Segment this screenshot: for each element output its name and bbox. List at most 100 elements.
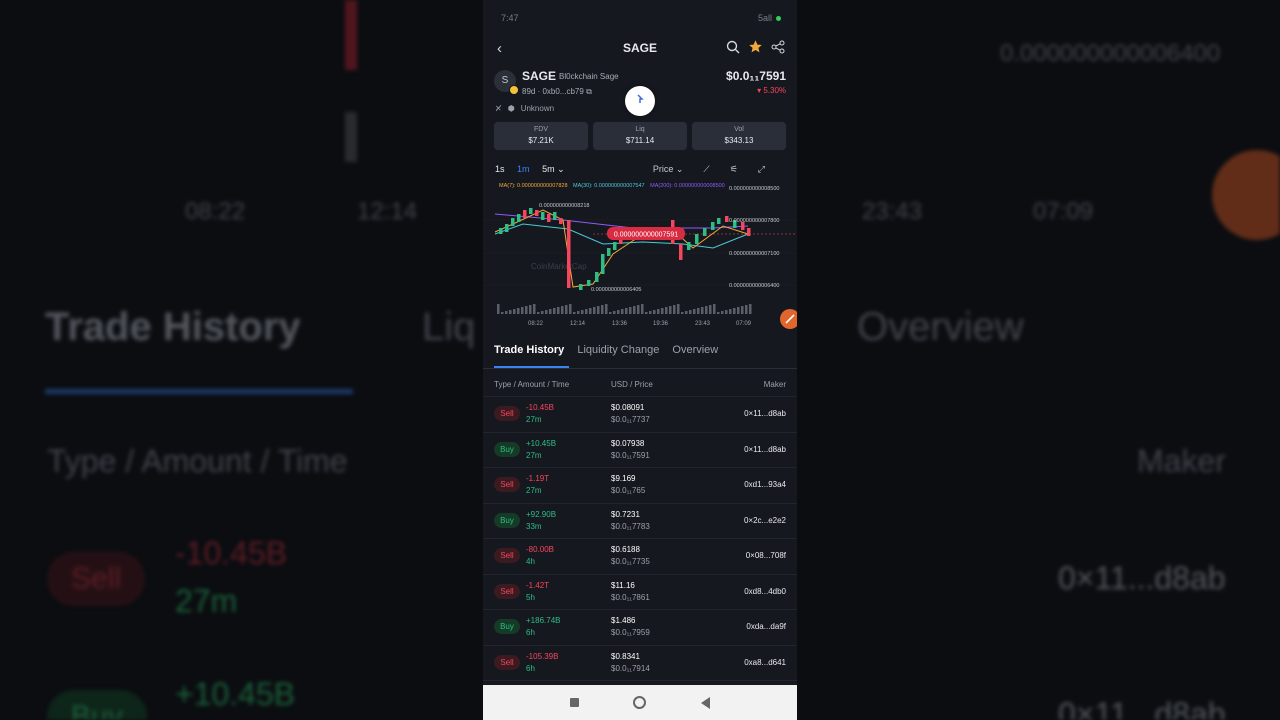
trade-maker[interactable]: 0xd1...93a4: [744, 480, 786, 489]
volume-bar: [601, 305, 604, 314]
volume-bar: [717, 312, 720, 314]
volume-bar: [701, 307, 704, 314]
tabs: Trade History Liquidity Change Overview: [494, 344, 786, 368]
candle: [523, 210, 527, 218]
x-label: 19:36: [653, 321, 669, 327]
candle: [711, 222, 715, 230]
table-row[interactable]: Sell -80.00B 4h $0.6188 $0.0₁₁7735 0×08...708…: [483, 538, 797, 574]
backdrop-header: Type / Amount / Time: [47, 443, 348, 479]
low-label: 0.000000000006405: [591, 287, 641, 293]
table-row[interactable]: Sell -1.19T 27m $9.169 $0.0₁₁765 0xd1...93a4: [483, 467, 797, 503]
trade-maker[interactable]: 0xd8...4db0: [744, 587, 786, 596]
volume-bar: [549, 309, 552, 314]
trade-price: $0.0₁₁7914: [611, 663, 650, 673]
backdrop-buy-pill: Buy: [47, 690, 147, 720]
trade-usd: $11.16: [611, 580, 635, 590]
ma200-line: [494, 213, 749, 229]
volume-bar: [517, 308, 520, 314]
table-row[interactable]: Buy +186.74B 6h $1.486 $0.0₁₁7959 0xda...da9f: [483, 609, 797, 645]
share-icon[interactable]: [771, 40, 785, 54]
candle: [595, 272, 599, 282]
volume-bar: [657, 309, 660, 314]
star-icon[interactable]: [748, 39, 763, 54]
volume-bar: [569, 304, 572, 314]
volume-bars: [497, 304, 752, 314]
volume-bar: [525, 306, 528, 314]
volume-bar: [557, 307, 560, 314]
table-row[interactable]: Sell -105.39B 6h $0.8341 $0.0₁₁7914 0xa8...d6…: [483, 644, 797, 681]
trade-amount: -10.45B: [526, 403, 555, 412]
backdrop-amount: +10.45B: [175, 676, 296, 712]
backdrop-tab: Liq: [422, 305, 476, 349]
trade-maker[interactable]: 0×08...708f: [746, 551, 786, 560]
pencil-icon[interactable]: [780, 309, 797, 329]
indicator-icon[interactable]: ⚟: [730, 164, 738, 175]
timeframe-5m[interactable]: 5m ⌄: [542, 164, 565, 174]
timeframe-1m[interactable]: 1m: [517, 164, 530, 174]
volume-bar: [573, 312, 576, 314]
home-icon[interactable]: [633, 696, 647, 709]
trade-maker[interactable]: 0×11...d8ab: [744, 409, 786, 418]
trade-price: $0.0₁₁7959: [611, 628, 650, 637]
backdrop-time: 27m: [175, 583, 238, 619]
volume-bar: [617, 310, 620, 314]
candle: [695, 234, 699, 244]
candle: [717, 218, 721, 224]
search-icon[interactable]: [726, 40, 740, 54]
tab-liquidity-change[interactable]: Liquidity Change: [577, 344, 659, 356]
floating-cursor-button[interactable]: [625, 86, 655, 116]
trade-amount: +92.90B: [526, 509, 557, 519]
table-row[interactable]: Buy +92.90B 33m $0.7231 $0.0₁₁7783 0×2c...e2e…: [483, 502, 797, 539]
stat-liq: Liq $711.14: [593, 122, 687, 150]
back-nav-icon[interactable]: [700, 696, 710, 709]
copy-icon[interactable]: ⧉: [586, 87, 592, 96]
trade-price: $0.0₁₁7783: [611, 521, 650, 531]
tab-overview[interactable]: Overview: [672, 344, 718, 356]
tab-trade-history[interactable]: Trade History: [494, 344, 564, 356]
candle: [541, 212, 545, 220]
volume-bar: [697, 308, 700, 314]
volume-bar: [741, 306, 744, 314]
volume-bar: [593, 307, 596, 314]
chain-badge: [509, 85, 519, 95]
trade-price: $0.0₁₁7735: [611, 557, 650, 566]
current-price-label: 0.000000000007591: [614, 232, 678, 239]
chart-type-icon[interactable]: ⟋: [703, 164, 709, 175]
table-row[interactable]: Buy +10.45B 27m $0.07938 $0.0₁₁7591 0×11...d8…: [483, 431, 797, 468]
security-row: ✕̸ ⬢ Unknown: [495, 104, 554, 113]
trade-maker[interactable]: 0×11...d8ab: [744, 445, 786, 454]
table-row[interactable]: Sell -10.45B 27m $0.08091 $0.0₁₁7737 0×11...d…: [483, 396, 797, 432]
trade-usd: $0.08091: [611, 403, 645, 412]
x-label: 08:22: [528, 321, 544, 327]
trade-maker[interactable]: 0×2c...e2e2: [744, 516, 786, 525]
backdrop-tab: Overview: [857, 305, 1024, 349]
fullscreen-icon[interactable]: ⤢: [758, 164, 765, 175]
volume-bar: [565, 305, 568, 314]
trade-type-badge: Buy: [494, 441, 520, 457]
backdrop-maker: 0×11...d8ab: [1058, 560, 1226, 596]
volume-bar: [725, 310, 728, 314]
backdrop-price: 0.000000000006400: [1000, 40, 1221, 67]
status-time: 7:47: [501, 13, 519, 23]
backdrop-time: 08:22: [185, 198, 246, 225]
trade-type-badge: Buy: [494, 619, 520, 634]
chart-watermark: CoinMarketCap: [531, 262, 587, 271]
token-price: $0.0₁₁7591: [726, 69, 786, 83]
trade-amount: -105.39B: [526, 651, 559, 661]
recents-icon[interactable]: [570, 698, 580, 707]
price-dropdown[interactable]: Price ⌄: [653, 164, 684, 175]
volume-bar: [597, 306, 600, 314]
volume-bar: [513, 309, 516, 314]
table-row[interactable]: Sell -1.42T 5h $11.16 $0.0₁₁7861 0xd8...4db0: [483, 573, 797, 610]
hide-icon[interactable]: ✕̸: [495, 104, 502, 113]
volume-bar: [645, 312, 648, 314]
high-label: 0.000000000008218: [539, 203, 589, 209]
candle: [517, 214, 521, 222]
timeframe-1s[interactable]: 1s: [495, 164, 505, 174]
candle: [567, 220, 571, 288]
price-chart[interactable]: CoinMarketCap 0.000000000007591 0.000000…: [483, 184, 797, 332]
backdrop-header: Maker: [1137, 443, 1226, 479]
trade-maker[interactable]: 0xda...da9f: [746, 622, 786, 631]
candle: [587, 280, 591, 286]
trade-maker[interactable]: 0xa8...d641: [744, 658, 786, 667]
